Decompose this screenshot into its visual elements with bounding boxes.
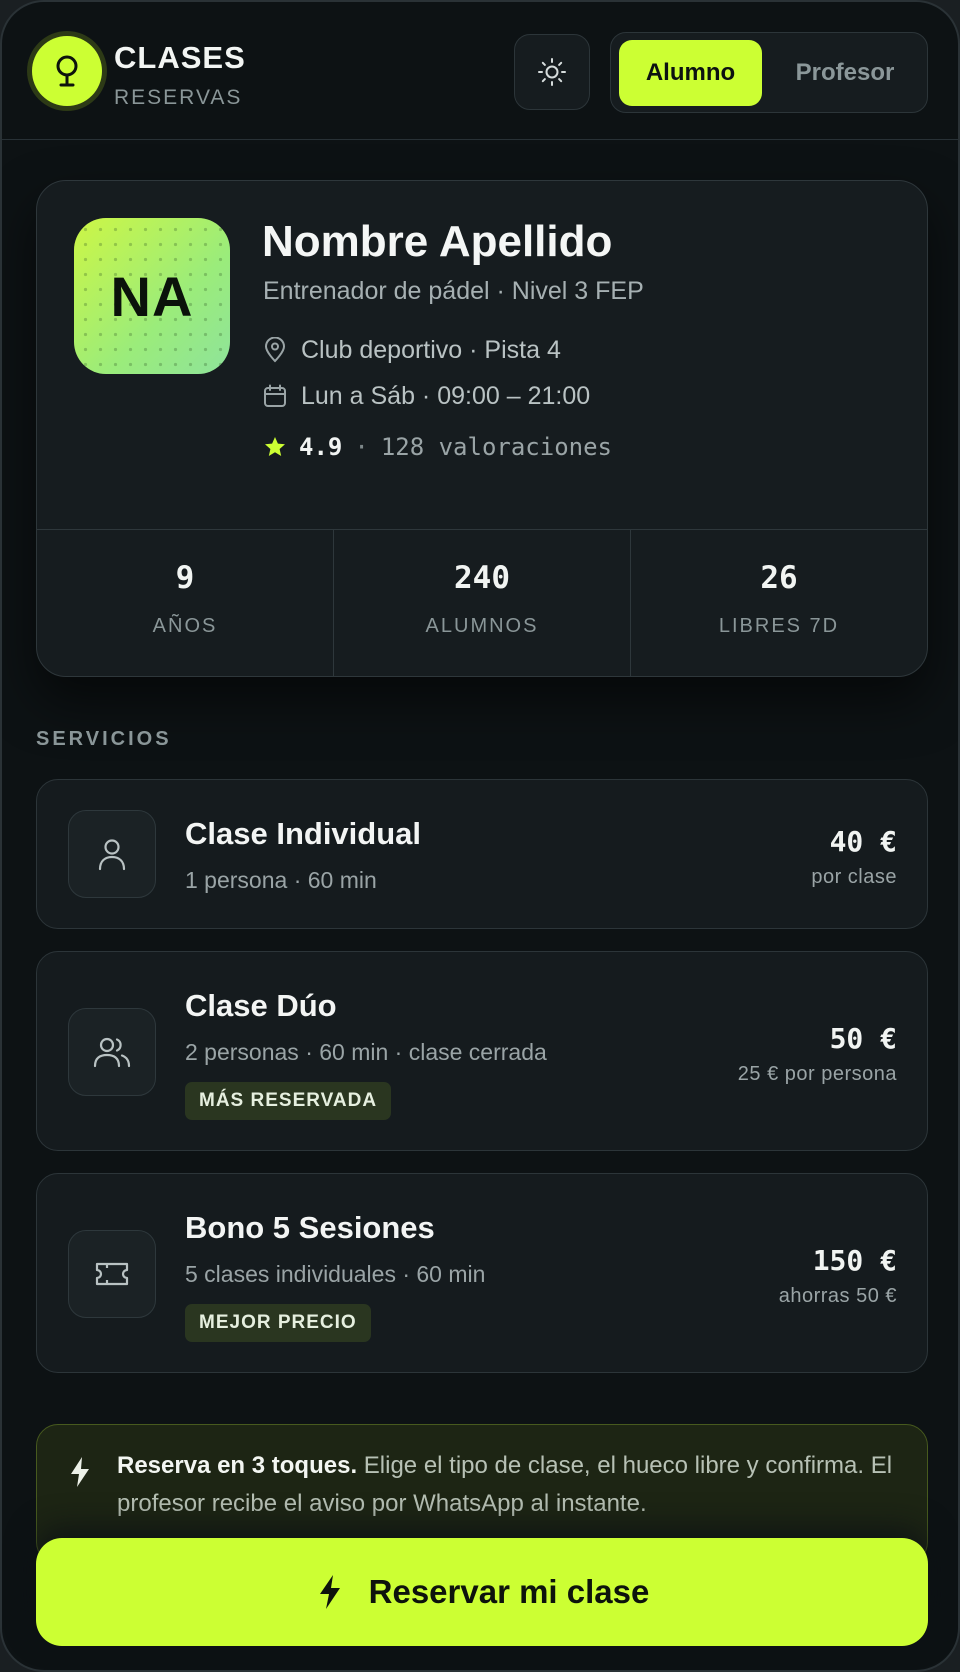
- service-price: 150 €: [812, 1244, 897, 1277]
- avatar: NA: [74, 218, 230, 374]
- stat-students: 240 ALUMNOS: [334, 530, 631, 676]
- service-price: 40 €: [829, 825, 897, 858]
- profile-card: NA Nombre Apellido Entrenador de pádel ·…: [36, 180, 928, 677]
- service-title: Bono 5 Sesiones: [185, 1210, 435, 1245]
- service-subtitle: 2 personas · 60 min · clase cerrada: [185, 1039, 547, 1065]
- info-text: Reserva en 3 toques. Elige el tipo de cl…: [117, 1447, 907, 1523]
- user-icon: [68, 810, 156, 898]
- theme-toggle-button[interactable]: [514, 34, 590, 110]
- role-alumno-button[interactable]: Alumno: [619, 40, 762, 106]
- rating-score: 4.9: [299, 433, 343, 461]
- service-price-note: 25 € por persona: [737, 1063, 897, 1085]
- users-icon: [68, 1008, 156, 1096]
- service-title: Clase Individual: [185, 816, 422, 851]
- stat-free-slots: 26 LIBRES 7D: [631, 530, 927, 676]
- padel-logo-icon: [32, 36, 102, 106]
- stat-years: 9 AÑOS: [37, 530, 334, 676]
- book-class-button[interactable]: Reservar mi clase: [36, 1538, 928, 1646]
- bolt-icon: [71, 1457, 89, 1487]
- app-frame: CLASES RESERVAS Alumno Profesor NA Nombr…: [0, 0, 960, 1672]
- service-duo[interactable]: Clase Dúo 2 personas · 60 min · clase ce…: [36, 951, 928, 1151]
- service-price: 50 €: [829, 1022, 897, 1055]
- profile-role: Entrenador de pádel · Nivel 3 FEP: [263, 277, 644, 305]
- app-subtitle: RESERVAS: [114, 86, 243, 109]
- profile-location-text: Club deportivo · Pista 4: [301, 335, 561, 364]
- ticket-icon: [68, 1230, 156, 1318]
- book-class-label: Reservar mi clase: [368, 1573, 650, 1610]
- stat-label: ALUMNOS: [425, 615, 539, 637]
- stat-label: AÑOS: [152, 615, 218, 637]
- service-price-note: ahorras 50 €: [778, 1285, 897, 1307]
- rating-separator: ·: [354, 433, 369, 461]
- service-title: Clase Dúo: [185, 988, 337, 1023]
- info-bold: Reserva en 3 toques.: [117, 1452, 358, 1479]
- service-subtitle: 5 clases individuales · 60 min: [185, 1261, 486, 1287]
- profile-schedule: Lun a Sáb · 09:00 – 21:00: [263, 380, 590, 412]
- stat-value: 9: [175, 560, 195, 596]
- avatar-initials: NA: [110, 264, 194, 328]
- app-title: CLASES: [114, 40, 246, 75]
- service-individual[interactable]: Clase Individual 1 persona · 60 min 40 €…: [36, 779, 928, 929]
- role-profesor-button[interactable]: Profesor: [769, 40, 921, 106]
- profile-rating: 4.9 · 128 valoraciones: [263, 431, 612, 463]
- service-badge: MÁS RESERVADA: [185, 1082, 392, 1120]
- profile-name: Nombre Apellido: [262, 217, 613, 266]
- rating-count: 128 valoraciones: [380, 433, 612, 461]
- sun-icon: [538, 58, 566, 86]
- calendar-icon: [264, 384, 286, 407]
- stat-value: 240: [454, 560, 510, 596]
- service-bono[interactable]: Bono 5 Sesiones 5 clases individuales · …: [36, 1173, 928, 1373]
- services-title: SERVICIOS: [36, 728, 172, 750]
- header: CLASES RESERVAS Alumno Profesor: [2, 2, 958, 140]
- service-price-note: por clase: [811, 866, 897, 888]
- stat-value: 26: [760, 560, 798, 596]
- profile-schedule-text: Lun a Sáb · 09:00 – 21:00: [301, 381, 591, 410]
- profile-location: Club deportivo · Pista 4: [263, 334, 561, 366]
- service-badge: MEJOR PRECIO: [185, 1304, 371, 1342]
- stat-label: LIBRES 7D: [718, 615, 840, 637]
- map-pin-icon: [264, 337, 286, 363]
- role-toggle: Alumno Profesor: [610, 32, 928, 113]
- service-subtitle: 1 persona · 60 min: [185, 867, 377, 893]
- bolt-icon: [319, 1575, 340, 1609]
- profile-stats: 9 AÑOS 240 ALUMNOS 26 LIBRES 7D: [37, 529, 927, 676]
- star-icon: [265, 437, 285, 456]
